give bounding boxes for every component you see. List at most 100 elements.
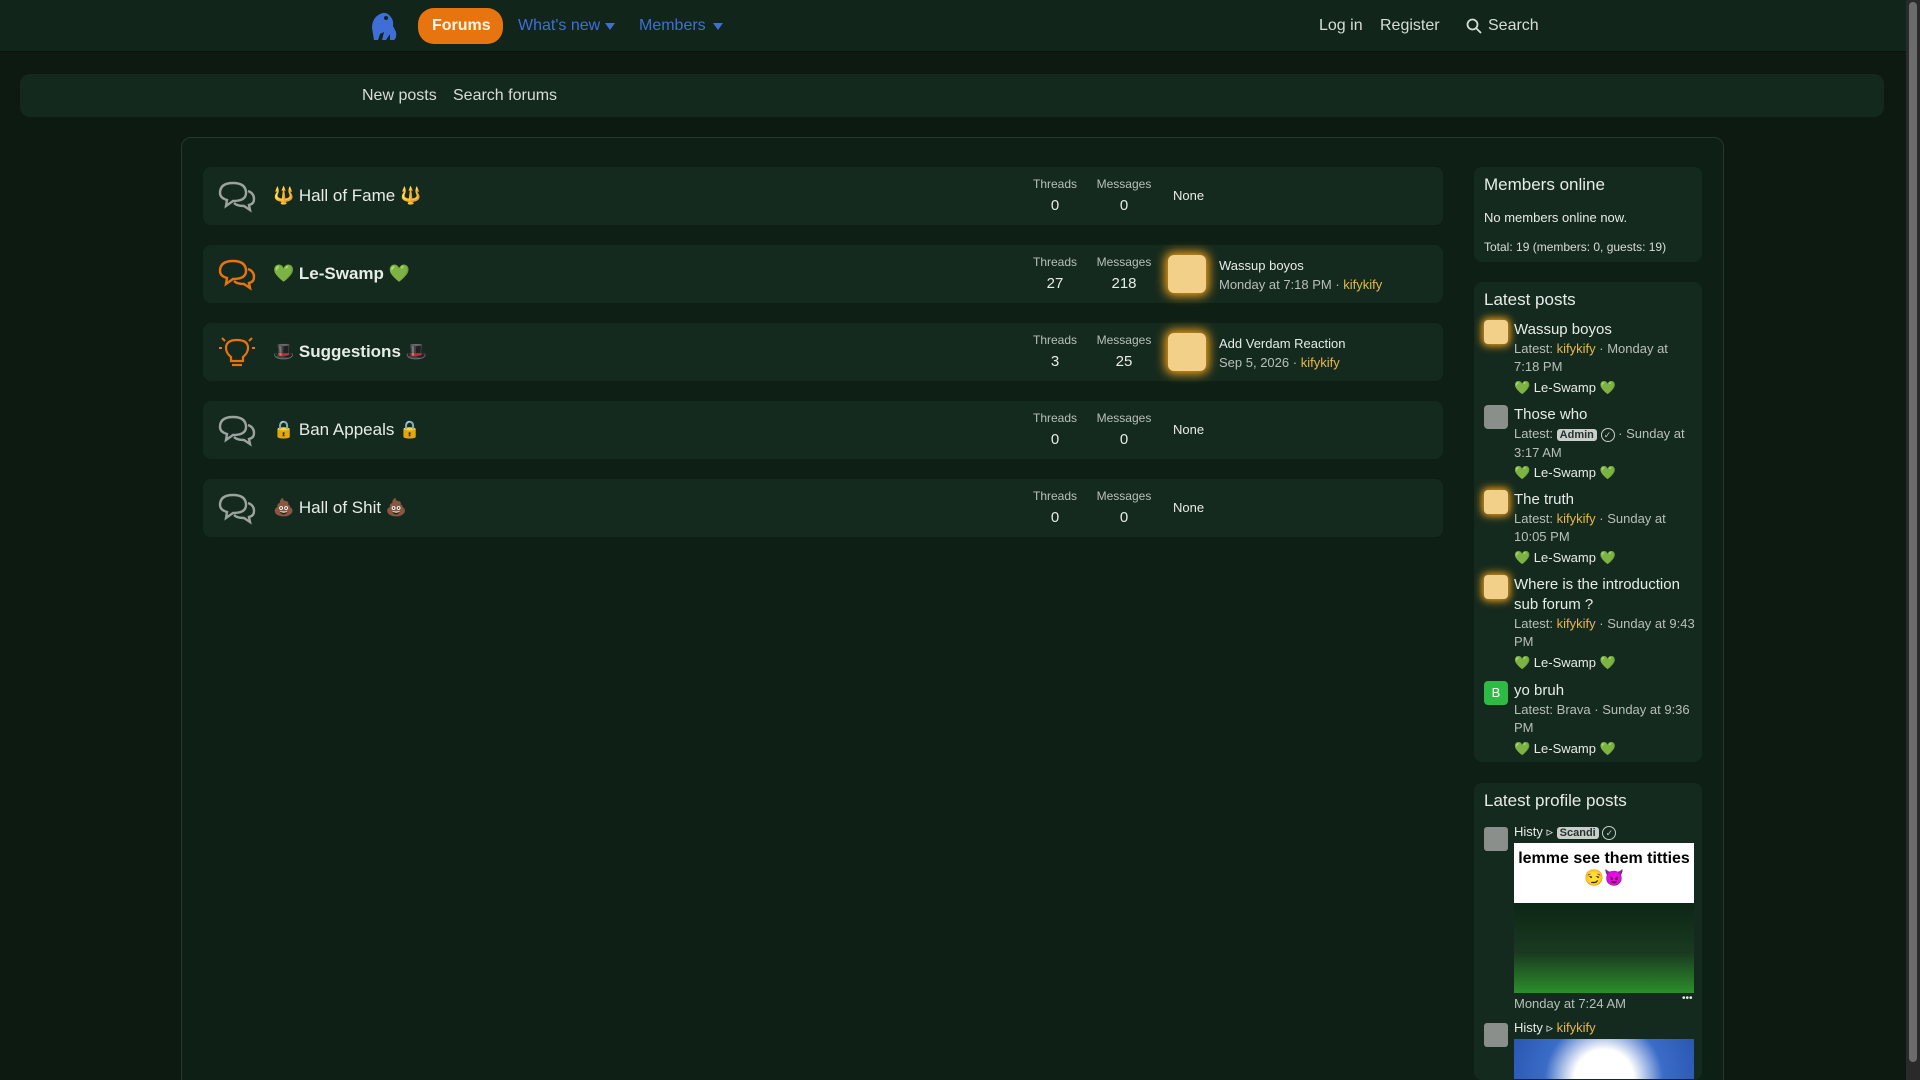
post-title-line[interactable]: Where is the introduction [1514,576,1680,593]
profile-post-to[interactable]: kifykify [1557,1020,1596,1035]
latest-posts-block: Latest posts Wassup boyos Latest: kifyki… [1474,282,1702,762]
avatar[interactable] [1484,1023,1508,1047]
last-post-user[interactable]: kifykify [1343,277,1382,292]
post-time-cont[interactable]: 7:18 PM [1514,359,1562,374]
post-title[interactable]: The truth [1514,490,1694,510]
latest-profile-posts-title[interactable]: Latest profile posts [1484,791,1627,811]
forum-title[interactable]: 💚 Le-Swamp 💚 [273,245,410,303]
post-title-line[interactable]: sub forum ? [1514,596,1593,613]
chevron-down-icon[interactable] [605,23,615,30]
tab-forums[interactable]: Forums [418,8,503,44]
threads-count: 27 [1046,275,1064,292]
chevron-down-icon[interactable] [713,23,723,30]
post-user[interactable]: kifykify [1557,341,1596,356]
post-time[interactable]: Sunday at [1626,426,1685,441]
profile-post-from[interactable]: Histy [1514,824,1543,839]
post-time[interactable]: Monday at [1607,341,1668,356]
more-options-icon[interactable]: ••• [1682,993,1693,1004]
latest-posts-title[interactable]: Latest posts [1484,290,1576,310]
post-meta: Latest: Brava · Sunday at 9:36 PM [1514,701,1696,737]
post-time[interactable]: Sunday at 9:43 [1607,616,1694,631]
forum-title[interactable]: 🎩 Suggestions 🎩 [273,323,427,381]
post-time-cont[interactable]: PM [1514,634,1534,649]
post-time-cont[interactable]: 10:05 PM [1514,529,1570,544]
forum-title[interactable]: 🔱 Hall of Fame 🔱 [273,167,421,225]
arrow-right-icon: ▹ [1546,1020,1554,1035]
avatar[interactable] [1484,827,1508,851]
list-item: Those who Latest: Admin ✓ · Sunday at 3:… [1484,405,1696,485]
register-link[interactable]: Register [1380,8,1440,44]
search-link[interactable]: Search [1488,8,1539,44]
profile-post-time[interactable]: Monday at 7:24 AM [1514,995,1696,1013]
avatar[interactable] [1168,255,1206,293]
post-time[interactable]: Sunday at [1607,511,1666,526]
sub-navbar: New posts Search forums [20,74,1884,117]
threads-count: 0 [1050,509,1060,526]
forum-row-hall-of-fame[interactable]: 🔱 Hall of Fame 🔱 Threads 0 Messages 0 No… [203,167,1443,225]
post-time-cont[interactable]: 3:17 AM [1514,445,1562,460]
latest-label: Latest: [1514,616,1554,631]
profile-post-image[interactable]: lemme see them titties 😏😈 [1514,843,1694,993]
last-post-title[interactable]: Add Verdam Reaction [1219,336,1345,351]
threads-stat: Threads 27 [1025,255,1085,292]
threads-label: Threads [1032,177,1078,191]
admin-badge[interactable]: Admin [1556,429,1597,441]
post-forum[interactable]: 💚 Le-Swamp 💚 [1514,380,1616,396]
search-forums-link[interactable]: Search forums [453,74,557,117]
post-user[interactable]: kifykify [1557,616,1596,631]
profile-post-from[interactable]: Histy [1514,1020,1543,1035]
post-time-cont[interactable]: PM [1514,720,1534,735]
forum-row-hall-of-shit[interactable]: 💩 Hall of Shit 💩 Threads 0 Messages 0 No… [203,479,1443,537]
post-title[interactable]: Where is the introduction sub forum ? [1514,575,1694,615]
new-posts-link[interactable]: New posts [362,74,437,117]
messages-stat: Messages 25 [1094,333,1154,370]
threads-label: Threads [1032,411,1078,425]
image-caption: lemme see them titties 😏😈 [1518,850,1690,887]
post-user[interactable]: Brava [1557,702,1591,717]
avatar[interactable] [1484,320,1508,344]
avatar[interactable] [1484,490,1508,514]
profile-post-image[interactable] [1514,1039,1694,1079]
last-post-title[interactable]: Wassup boyos [1219,258,1304,273]
post-forum[interactable]: 💚 Le-Swamp 💚 [1514,741,1616,757]
messages-stat: Messages 0 [1094,177,1154,214]
threads-count: 0 [1050,197,1060,214]
post-title[interactable]: yo bruh [1514,681,1694,701]
last-post-user[interactable]: kifykify [1301,355,1340,370]
post-time[interactable]: Sunday at 9:36 [1602,702,1689,717]
tab-members[interactable]: Members [625,8,720,44]
latest-label: Latest: [1514,702,1554,717]
messages-label: Messages [1096,255,1152,269]
avatar[interactable]: B [1484,681,1508,705]
forum-title[interactable]: 🔒 Ban Appeals 🔒 [273,401,420,459]
post-user[interactable]: kifykify [1557,511,1596,526]
post-meta: Latest: kifykify · Sunday at 9:43 PM [1514,615,1696,651]
forum-row-suggestions[interactable]: 🎩 Suggestions 🎩 Threads 3 Messages 25 Ad… [203,323,1443,381]
forum-row-le-swamp[interactable]: 💚 Le-Swamp 💚 Threads 27 Messages 218 Was… [203,245,1443,303]
search-icon[interactable] [1466,18,1482,34]
threads-stat: Threads 0 [1025,489,1085,526]
forum-title[interactable]: 💩 Hall of Shit 💩 [273,479,407,537]
post-forum[interactable]: 💚 Le-Swamp 💚 [1514,550,1616,566]
post-title[interactable]: Those who [1514,405,1694,425]
tab-whats-new[interactable]: What's new [504,8,614,44]
post-forum[interactable]: 💚 Le-Swamp 💚 [1514,465,1616,481]
list-item: The truth Latest: kifykify · Sunday at 1… [1484,490,1696,570]
last-post-time[interactable]: Sep 5, 2026 [1219,355,1289,370]
last-post-time[interactable]: Monday at 7:18 PM [1219,277,1332,292]
messages-label: Messages [1096,411,1152,425]
avatar[interactable] [1168,333,1206,371]
forum-row-ban-appeals[interactable]: 🔒 Ban Appeals 🔒 Threads 0 Messages 0 Non… [203,401,1443,459]
last-post-none: None [1173,422,1205,437]
login-link[interactable]: Log in [1319,8,1363,44]
profile-post-to[interactable]: Scandi [1556,827,1599,839]
gorilla-logo-icon[interactable] [364,8,400,44]
scrollbar-thumb[interactable] [1909,2,1917,1062]
threads-count: 0 [1050,431,1060,448]
post-title[interactable]: Wassup boyos [1514,320,1694,340]
members-online-title[interactable]: Members online [1484,175,1605,195]
post-forum[interactable]: 💚 Le-Swamp 💚 [1514,655,1616,671]
messages-count: 0 [1119,431,1129,448]
avatar[interactable] [1484,575,1508,599]
avatar[interactable] [1484,405,1508,429]
